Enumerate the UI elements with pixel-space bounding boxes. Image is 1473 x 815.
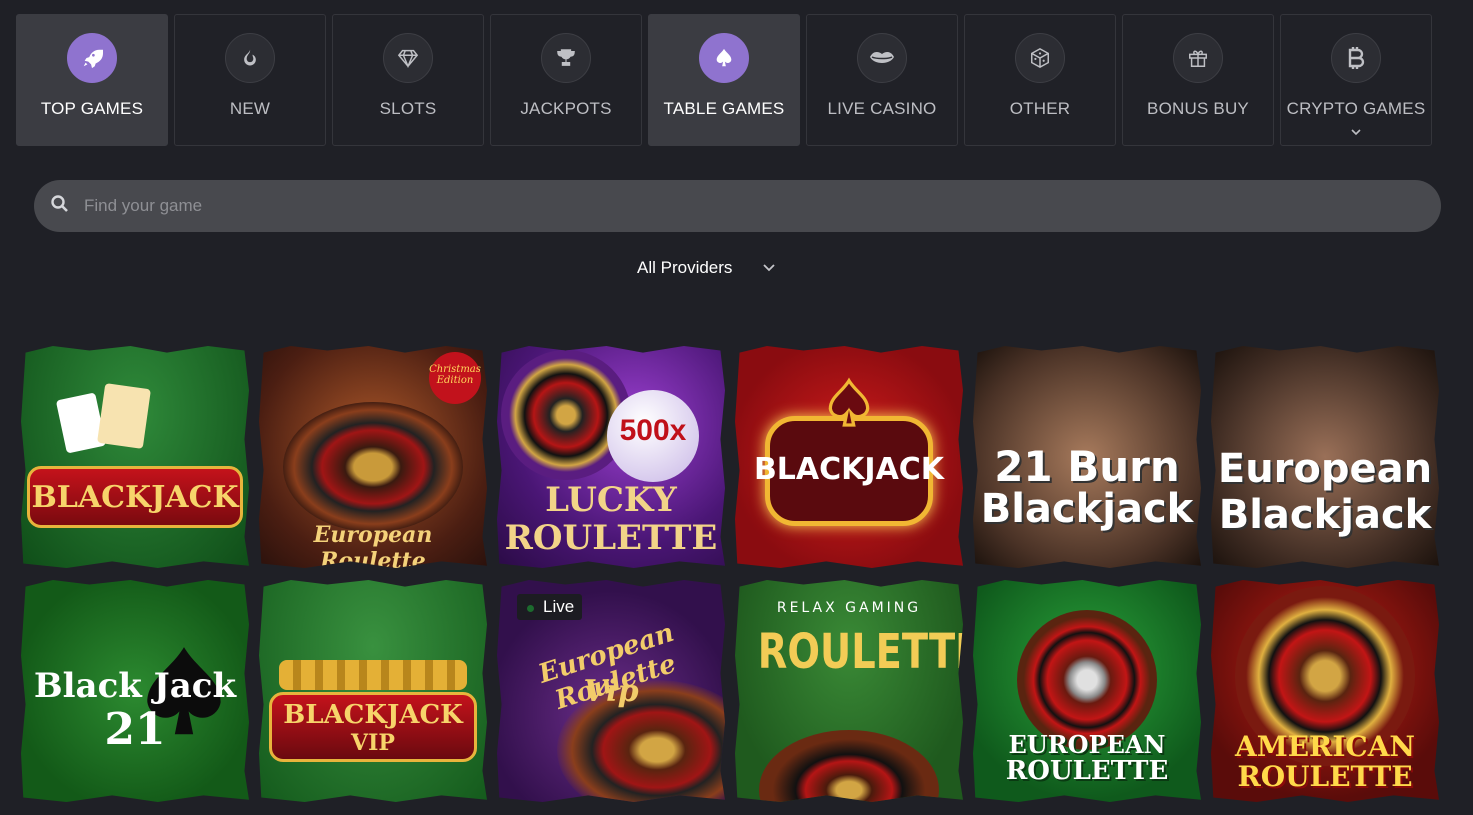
card-graphic — [55, 392, 107, 454]
game-tile[interactable]: AMERICAN ROULETTE — [1211, 580, 1439, 802]
tab-label: LIVE CASINO — [827, 99, 937, 118]
game-title: EUROPEAN — [1008, 730, 1166, 759]
multiplier-label: 500x — [619, 414, 687, 447]
game-title: Black Jack — [33, 666, 237, 706]
game-subtitle: ROULETTE — [504, 518, 718, 558]
tab-top-games[interactable]: TOP GAMES — [16, 14, 168, 146]
game-tile[interactable]: BLACKJACK — [735, 346, 963, 568]
category-bar: TOP GAMES NEW SLOTS JACKPOTS TABLE GAMES — [16, 14, 1432, 146]
providers-dropdown[interactable]: All Providers — [637, 258, 776, 278]
game-title: 21 Burn — [994, 442, 1180, 491]
game-title: BLACKJACK — [31, 480, 239, 515]
multiplier-badge: 500x — [607, 390, 699, 482]
game-tile[interactable]: European Blackjack — [1211, 346, 1439, 568]
game-title: European — [1217, 446, 1433, 492]
game-subtitle: Vip — [583, 674, 639, 709]
providers-label: All Providers — [637, 258, 733, 277]
tab-slots[interactable]: SLOTS — [332, 14, 484, 146]
live-badge: Live — [517, 594, 583, 620]
game-tile[interactable]: BLACKJACK — [21, 346, 249, 568]
tab-label: TABLE GAMES — [663, 99, 785, 118]
roulette-wheel-graphic — [283, 402, 463, 532]
game-subtitle: ROULETTE — [1237, 760, 1413, 793]
game-tile[interactable]: RELAX GAMING ROULETTE — [735, 580, 963, 802]
game-tile[interactable]: Live European Roulette Vip — [497, 580, 725, 802]
game-tile[interactable]: BLACKJACK VIP — [259, 580, 487, 802]
game-grid: BLACKJACK Christmas Edition European Rou… — [21, 346, 1439, 802]
tab-crypto-games[interactable]: CRYPTO GAMES — [1280, 14, 1432, 146]
game-tile[interactable]: Christmas Edition European Roulette — [259, 346, 487, 568]
badge: Christmas Edition — [429, 352, 481, 404]
tab-label: JACKPOTS — [520, 99, 612, 118]
tab-label: CRYPTO GAMES — [1286, 99, 1426, 118]
tab-live-casino[interactable]: LIVE CASINO — [806, 14, 958, 146]
tab-table-games[interactable]: TABLE GAMES — [648, 14, 800, 146]
chevron-down-icon — [762, 258, 776, 278]
chips-graphic — [279, 660, 467, 690]
flame-icon — [225, 33, 275, 83]
game-title: AMERICAN — [1234, 730, 1416, 763]
spade-icon — [699, 33, 749, 83]
spade-icon — [821, 374, 877, 434]
search-input[interactable] — [84, 196, 1384, 216]
roulette-wheel-graphic — [1017, 610, 1157, 750]
game-subtitle: Blackjack — [1218, 492, 1432, 538]
game-subtitle: Blackjack — [980, 486, 1194, 532]
tab-new[interactable]: NEW — [174, 14, 326, 146]
casino-page: TOP GAMES NEW SLOTS JACKPOTS TABLE GAMES — [0, 0, 1473, 815]
lips-icon — [857, 33, 907, 83]
card-graphic — [97, 383, 151, 449]
tab-bonus-buy[interactable]: BONUS BUY — [1122, 14, 1274, 146]
tab-other[interactable]: OTHER — [964, 14, 1116, 146]
game-tile[interactable]: EUROPEAN ROULETTE — [973, 580, 1201, 802]
search-icon — [50, 194, 70, 219]
game-tile[interactable]: 500x LUCKY ROULETTE — [497, 346, 725, 568]
game-subtitle: ROULETTE — [1005, 756, 1169, 786]
bitcoin-icon — [1331, 33, 1381, 83]
tab-label: NEW — [229, 99, 271, 118]
tab-label: SLOTS — [379, 99, 437, 118]
tab-label: TOP GAMES — [40, 99, 144, 118]
roulette-wheel-graphic — [759, 730, 939, 802]
game-title: European Roulette — [313, 522, 433, 568]
game-title: BLACKJACK — [753, 452, 945, 487]
chevron-down-icon[interactable] — [1351, 123, 1361, 141]
dice-icon — [1015, 33, 1065, 83]
trophy-icon — [541, 33, 591, 83]
game-title: LUCKY — [545, 480, 677, 520]
tab-jackpots[interactable]: JACKPOTS — [490, 14, 642, 146]
tab-label: OTHER — [1009, 99, 1071, 118]
provider-badge: RELAX GAMING — [776, 600, 922, 616]
rocket-icon — [67, 33, 117, 83]
tab-label: BONUS BUY — [1147, 99, 1249, 118]
game-subtitle: VIP — [351, 730, 395, 756]
gift-icon — [1173, 33, 1223, 83]
game-title: ROULETTE — [757, 624, 963, 680]
game-subtitle: 21 — [104, 704, 166, 755]
search-bar — [34, 180, 1441, 232]
game-title: BLACKJACK — [283, 700, 463, 730]
game-tile[interactable]: 21 Burn Blackjack — [973, 346, 1201, 568]
game-tile[interactable]: Black Jack 21 — [21, 580, 249, 802]
diamond-icon — [383, 33, 433, 83]
